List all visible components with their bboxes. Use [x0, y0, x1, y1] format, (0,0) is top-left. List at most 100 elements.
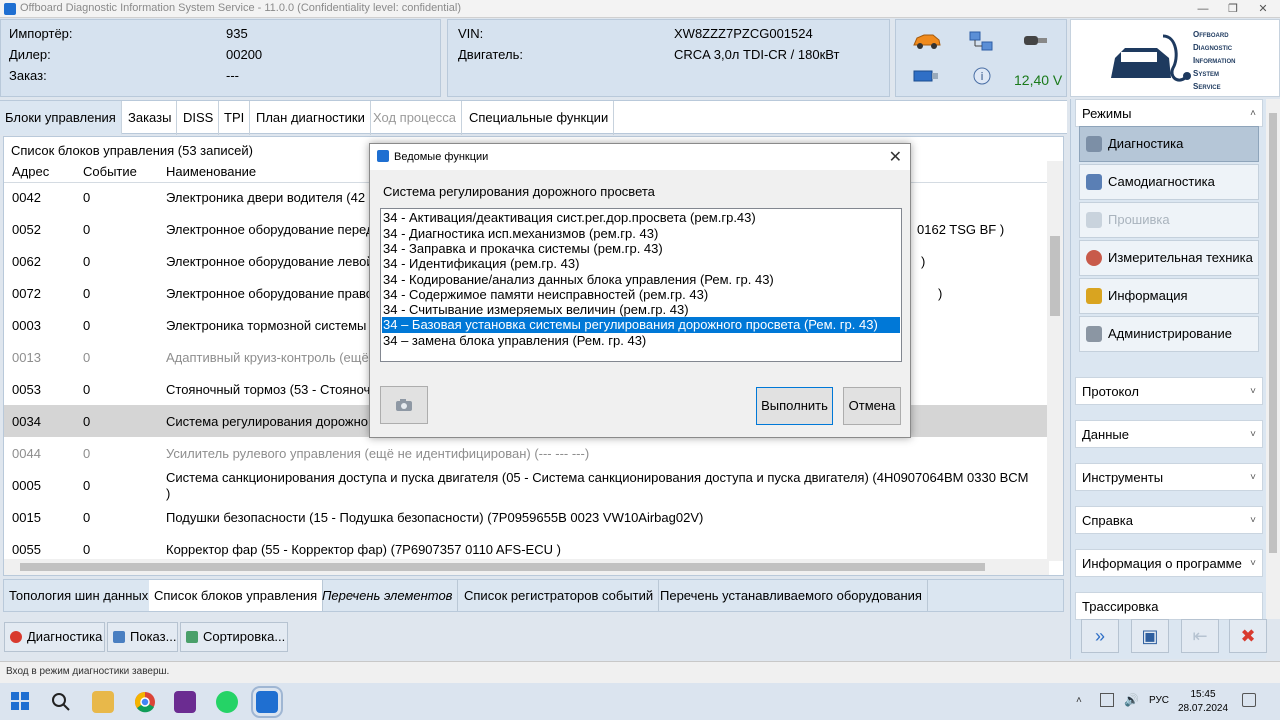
list-item[interactable]: 34 - Считывание измеряемых величин (рем.… — [382, 302, 900, 318]
forward-button[interactable]: » — [1081, 619, 1119, 653]
list-horizontal-scrollbar[interactable] — [4, 559, 1049, 575]
list-item[interactable]: 34 - Идентификация (рем.гр. 43) — [382, 256, 900, 272]
show-button[interactable]: Показ... — [107, 622, 178, 652]
diagnostics-button[interactable]: Диагностика — [4, 622, 105, 652]
sidebar-item-information[interactable]: Информация — [1079, 278, 1259, 314]
tab-event-recorders[interactable]: Список регистраторов событий — [459, 580, 660, 611]
tab-control-unit-list[interactable]: Список блоков управления — [149, 580, 324, 611]
search-icon[interactable] — [50, 691, 72, 713]
fit-view-button[interactable]: ▣ — [1131, 619, 1169, 653]
section-label: Данные — [1082, 427, 1129, 442]
tab-special-functions[interactable]: Специальные функции — [464, 101, 615, 135]
section-about[interactable]: Информация о программе ˅ — [1075, 549, 1263, 577]
row-event: 0 — [83, 350, 91, 365]
list-item[interactable]: 34 - Активация/деактивация сист.рег.дор.… — [382, 210, 900, 226]
title-bar: Offboard Diagnostic Information System S… — [0, 0, 1280, 18]
tab-orders[interactable]: Заказы — [123, 101, 178, 135]
dialog-close-button[interactable]: ✕ — [889, 147, 902, 167]
sidebar-item-label: Прошивка — [1108, 212, 1170, 227]
execute-button[interactable]: Выполнить — [756, 387, 833, 425]
list-item[interactable]: 34 - Диагностика исп.механизмов (рем.гр.… — [382, 226, 900, 242]
row-name-tail: ) — [921, 254, 926, 269]
row-name: Усилитель рулевого управления (ещё не ид… — [166, 446, 590, 461]
cancel-button[interactable]: Отмена — [843, 387, 901, 425]
chevron-down-icon: ˅ — [1250, 429, 1256, 440]
dealer-value: 00200 — [226, 47, 263, 62]
tab-diagnostic-plan[interactable]: План диагностики — [251, 101, 371, 135]
tab-tpi[interactable]: TPI — [219, 101, 251, 135]
tab-diss[interactable]: DISS — [178, 101, 220, 135]
sidebar-item-measurement[interactable]: Измерительная техника — [1079, 240, 1259, 276]
scrollbar-thumb[interactable] — [1269, 113, 1277, 553]
tab-installed-equipment[interactable]: Перечень устанавливаемого оборудования — [655, 580, 928, 611]
column-header-event[interactable]: Событие — [83, 164, 137, 179]
row-address: 0015 — [12, 510, 41, 525]
dealer-info-panel: Импортёр: 935 Дилер: 00200 Заказ: --- — [0, 19, 441, 97]
list-item-selected[interactable]: 34 – Базовая установка системы регулиров… — [382, 317, 900, 333]
close-circle-icon: ✖ — [1240, 626, 1256, 646]
language-indicator[interactable]: РУС — [1149, 695, 1169, 706]
sidebar-scrollbar[interactable] — [1266, 99, 1280, 619]
section-protocol[interactable]: Протокол ˅ — [1075, 377, 1263, 405]
section-help[interactable]: Справка ˅ — [1075, 506, 1263, 534]
sidebar-item-label: Диагностика — [1108, 136, 1184, 151]
table-row[interactable]: 0005 0 Система санкционирования доступа … — [4, 469, 1049, 501]
sidebar-item-self-diagnostics[interactable]: Самодиагностика — [1079, 164, 1259, 200]
order-value: --- — [226, 68, 239, 83]
notifications-icon[interactable] — [1242, 693, 1256, 707]
modes-header[interactable]: Режимы ˄ — [1075, 99, 1263, 127]
chrome-icon[interactable] — [134, 691, 156, 713]
sidebar-item-flashing: Прошивка — [1079, 202, 1259, 238]
books-icon — [1086, 288, 1102, 304]
section-data[interactable]: Данные ˅ — [1075, 420, 1263, 448]
table-row[interactable]: 0044 0 Усилитель рулевого управления (ещ… — [4, 437, 1049, 469]
row-address: 0044 — [12, 446, 41, 461]
list-item[interactable]: 34 - Содержимое памяти неисправностей (р… — [382, 287, 900, 303]
vin-label: VIN: — [458, 26, 484, 41]
vin-value: XW8ZZZ7PZCG001524 — [674, 26, 813, 41]
section-tools[interactable]: Инструменты ˅ — [1075, 463, 1263, 491]
odis-taskbar-icon[interactable] — [251, 686, 283, 718]
screenshot-button[interactable] — [380, 386, 428, 424]
list-item[interactable]: 34 - Кодирование/анализ данных блока упр… — [382, 272, 900, 288]
tab-bus-topology[interactable]: Топология шин данных — [4, 580, 155, 611]
windows-start-icon[interactable] — [10, 691, 32, 713]
clock[interactable]: 15:45 28.07.2024 — [1178, 688, 1228, 716]
minimize-button[interactable]: — — [1188, 0, 1218, 18]
frame-icon: ▣ — [1141, 626, 1159, 646]
close-app-button[interactable]: ✖ — [1229, 619, 1267, 653]
list-vertical-scrollbar[interactable] — [1047, 161, 1063, 561]
show-button-label: Показ... — [130, 629, 177, 644]
scrollbar-thumb[interactable] — [20, 563, 985, 571]
whatsapp-icon[interactable] — [216, 691, 238, 713]
row-name: Подушки безопасности (15 - Подушка безоп… — [166, 510, 704, 525]
scrollbar-thumb[interactable] — [1050, 236, 1060, 316]
network-tray-icon[interactable] — [1100, 693, 1114, 707]
section-tracing[interactable]: Трассировка — [1075, 592, 1263, 620]
tab-control-units[interactable]: Блоки управления — [0, 101, 122, 135]
save-app-icon[interactable] — [174, 691, 196, 713]
row-address: 0062 — [12, 254, 41, 269]
tab-element-list[interactable]: Перечень элементов — [317, 580, 459, 611]
column-header-name[interactable]: Наименование — [166, 164, 256, 179]
row-event: 0 — [83, 190, 91, 205]
sidebar-item-administration[interactable]: Администрирование — [1079, 316, 1259, 352]
close-button[interactable]: ✕ — [1248, 0, 1278, 18]
column-header-address[interactable]: Адрес — [12, 164, 49, 179]
engine-label: Двигатель: — [458, 47, 523, 62]
list-item[interactable]: 34 - Заправка и прокачка системы (рем.гр… — [382, 241, 900, 257]
volume-icon[interactable]: 🔊 — [1124, 693, 1139, 707]
section-label: Протокол — [1082, 384, 1139, 399]
action-bar: Диагностика Показ... Сортировка... — [0, 618, 1067, 658]
maximize-button[interactable]: ❐ — [1218, 0, 1248, 18]
clock-date: 28.07.2024 — [1178, 703, 1229, 714]
list-item[interactable]: 34 – замена блока управления (Рем. гр. 4… — [382, 333, 900, 349]
tray-chevron-up-icon[interactable]: ˄ — [1076, 695, 1082, 706]
slave-functions-dialog: Ведомые функции ✕ Система регулирования … — [369, 143, 911, 438]
sidebar-item-diagnostics[interactable]: Диагностика — [1079, 126, 1259, 162]
row-name-continuation: ) — [166, 486, 171, 501]
table-row[interactable]: 0015 0 Подушки безопасности (15 - Подушк… — [4, 501, 1049, 533]
file-explorer-icon[interactable] — [92, 691, 114, 713]
sort-button[interactable]: Сортировка... — [180, 622, 288, 652]
voltage-value: 12,40 V — [1014, 72, 1063, 88]
